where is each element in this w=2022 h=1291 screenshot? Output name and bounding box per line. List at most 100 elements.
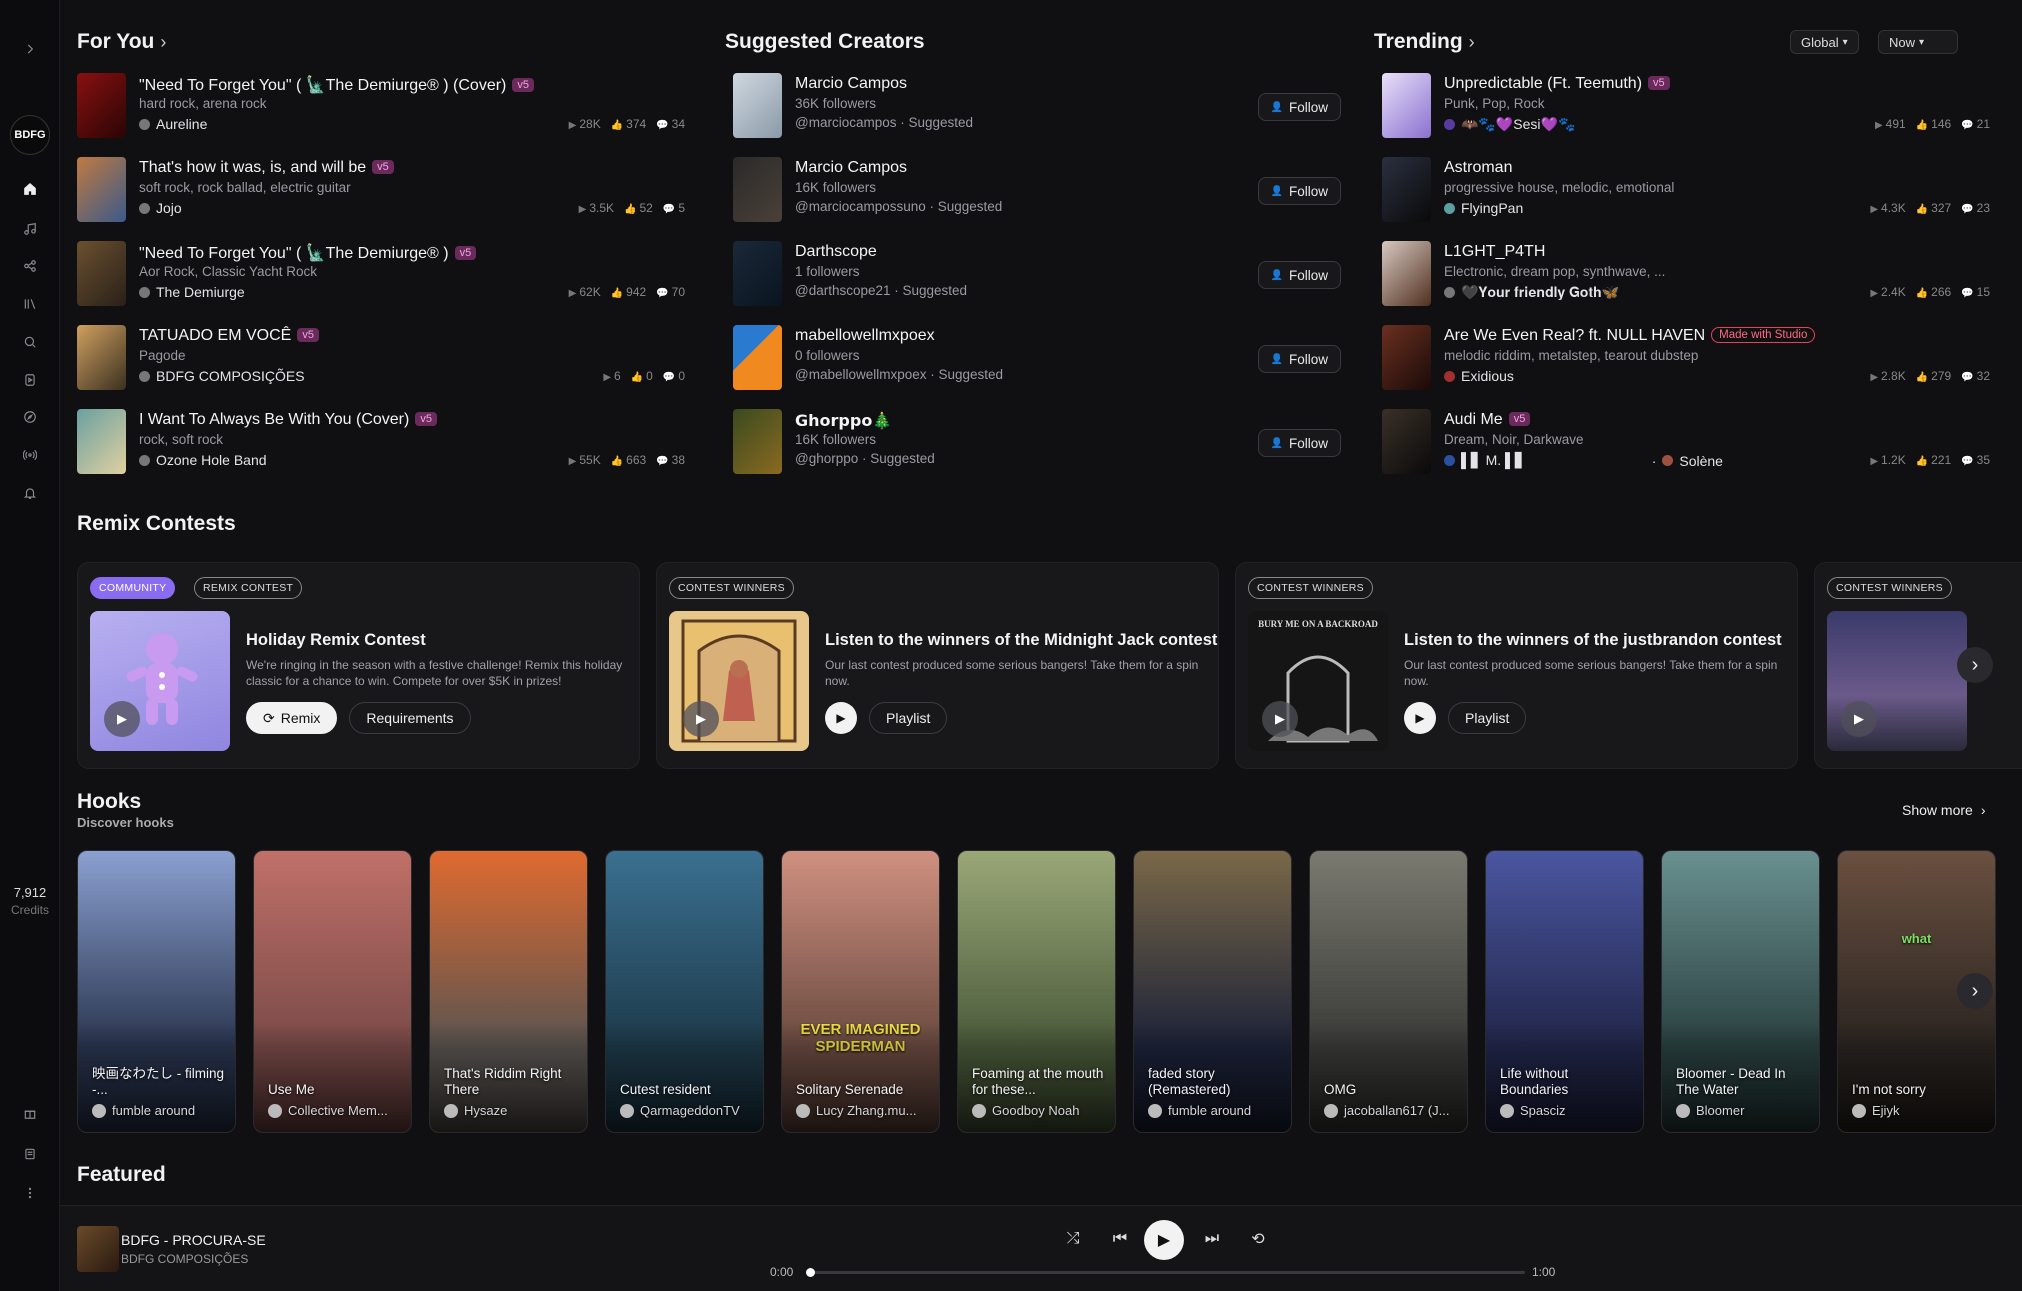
avatar[interactable]: BDFG [10, 115, 50, 155]
create-icon[interactable] [18, 217, 42, 241]
radio-icon[interactable] [18, 443, 42, 467]
creator-name[interactable]: mabellowellmxpoex [795, 327, 935, 345]
song-artwork[interactable] [1382, 157, 1431, 222]
creator-row[interactable]: mabellowellmxpoex 0 followers @mabellowell… [733, 325, 1341, 395]
hook-card[interactable]: Bloomer - Dead In The Water Bloomer [1661, 850, 1820, 1133]
play-button[interactable]: ▶ [825, 702, 857, 734]
now-playing-title[interactable]: BDFG - PROCURA-SE [121, 1232, 266, 1248]
song-artwork[interactable] [77, 73, 126, 138]
play-button[interactable]: ▶ [1404, 702, 1436, 734]
contests-next-button[interactable]: › [1957, 647, 1993, 683]
play-button[interactable]: ▶ [1144, 1220, 1184, 1260]
trending-row[interactable]: Unpredictable (Ft. Teemuth) v5 Punk, Pop, … [1382, 73, 1990, 143]
creator-name[interactable]: Marcio Campos [795, 75, 907, 93]
song-artist[interactable]: Exidious [1444, 368, 1514, 384]
follow-button[interactable]: 👤 Follow [1257, 429, 1341, 457]
playlist-button[interactable]: Playlist [1448, 702, 1527, 734]
song-artwork[interactable] [77, 157, 126, 222]
song-artist[interactable]: FlyingPan [1444, 200, 1523, 216]
hook-artist[interactable]: Spasciz [1500, 1103, 1566, 1118]
hook-card[interactable]: EVER IMAGINED SPIDERMANSolitary Serenade… [781, 850, 940, 1133]
creator-avatar[interactable] [733, 73, 782, 138]
expand-sidebar-icon[interactable] [18, 37, 42, 61]
hook-artist[interactable]: fumble around [1148, 1103, 1251, 1118]
hook-card[interactable]: 映画なわたし - filming -... fumble around [77, 850, 236, 1133]
song-artist[interactable]: Jojo [139, 200, 182, 216]
remix-button[interactable]: ⟳ Remix [246, 702, 338, 734]
hook-card[interactable]: faded story (Remastered) fumble around [1133, 850, 1292, 1133]
hook-card[interactable]: OMG jacoballan617 (J... [1309, 850, 1468, 1133]
song-title[interactable]: Astroman [1444, 159, 1512, 177]
library-icon[interactable] [18, 292, 42, 316]
remix-icon[interactable] [18, 254, 42, 278]
song-artist[interactable]: 🦇🐾💜Sesi💜🐾 [1444, 116, 1575, 133]
follow-button[interactable]: 👤 Follow [1257, 261, 1341, 289]
song-artwork[interactable] [1382, 409, 1431, 474]
song-title[interactable]: Audi Me v5 [1444, 411, 1531, 429]
shuffle-icon[interactable]: ⤮ [1058, 1224, 1088, 1254]
trending-row[interactable]: Astroman progressive house, melodic, emot… [1382, 157, 1990, 227]
song-title[interactable]: Are We Even Real? ft. NULL HAVEN Made wit… [1444, 327, 1816, 345]
song-artist[interactable]: Aureline [139, 116, 207, 132]
song-artwork[interactable] [1382, 241, 1431, 306]
contest-card[interactable]: CONTEST WINNERS ▶ Listen to the winners … [656, 562, 1219, 769]
hook-card[interactable]: Foaming at the mouth for these... Goodboy… [957, 850, 1116, 1133]
follow-button[interactable]: 👤 Follow [1257, 93, 1341, 121]
creator-avatar[interactable] [733, 157, 782, 222]
previous-icon[interactable]: ⏮ [1105, 1224, 1135, 1254]
contest-card[interactable]: CONTEST WINNERS BURY ME ON A BACKROAD ▶ … [1235, 562, 1798, 769]
song-title[interactable]: TATUADO EM VOCÊ v5 [139, 327, 319, 345]
song-title[interactable]: I Want To Always Be With You (Cover) v5 [139, 411, 437, 429]
play-icon[interactable]: ▶ [104, 701, 140, 737]
explore-icon[interactable] [18, 405, 42, 429]
next-icon[interactable]: ⏭ [1197, 1224, 1227, 1254]
creator-avatar[interactable] [733, 409, 782, 474]
more-icon[interactable] [18, 1181, 42, 1205]
creator-row[interactable]: Darthscope 1 followers @darthscope21 · Sug… [733, 241, 1341, 311]
progress-handle[interactable] [806, 1268, 815, 1277]
play-icon[interactable]: ▶ [1262, 701, 1298, 737]
for-you-heading[interactable]: For You › [77, 30, 166, 54]
hook-artist[interactable]: fumble around [92, 1103, 195, 1118]
song-artist[interactable]: The Demiurge [139, 284, 245, 300]
song-row[interactable]: That's how it was, is, and will be v5 soft… [77, 157, 685, 227]
hook-card[interactable]: Life without Boundaries Spasciz [1485, 850, 1644, 1133]
feed-icon[interactable] [18, 1142, 42, 1166]
now-playing-artwork[interactable] [77, 1226, 119, 1272]
hook-artist[interactable]: Lucy Zhang.mu... [796, 1103, 916, 1118]
trending-row[interactable]: Audi Me v5 Dream, Noir, Darkwave ▌▋ M. ▌▋ · S… [1382, 409, 1990, 479]
playlist-button[interactable]: Playlist [869, 702, 948, 734]
creator-avatar[interactable] [733, 325, 782, 390]
requirements-button[interactable]: Requirements [349, 702, 471, 734]
song-row[interactable]: "Need To Forget You" ( 🗽The Demiurge® ) v… [77, 241, 685, 311]
song-artwork[interactable] [77, 409, 126, 474]
gift-icon[interactable] [18, 1101, 42, 1125]
song-artwork[interactable] [77, 325, 126, 390]
play-icon[interactable]: ▶ [1841, 701, 1877, 737]
hook-artist[interactable]: Ejiyk [1852, 1103, 1899, 1118]
hooks-icon[interactable] [18, 368, 42, 392]
song-title[interactable]: "Need To Forget You" ( 🗽The Demiurge® ) … [139, 75, 534, 95]
hook-card[interactable]: Cutest resident QarmageddonTV [605, 850, 764, 1133]
song-artist[interactable]: 🖤𝐘𝐨𝐮𝐫 𝐟𝐫𝐢𝐞𝐧𝐝𝐥𝐲 𝐆𝐨𝐭𝐡🦋 [1444, 284, 1619, 301]
creator-avatar[interactable] [733, 241, 782, 306]
song-row[interactable]: I Want To Always Be With You (Cover) v5 ro… [77, 409, 685, 479]
trending-row[interactable]: L1GHT_P4TH Electronic, dream pop, synthwa… [1382, 241, 1990, 311]
hook-artist[interactable]: Collective Mem... [268, 1103, 388, 1118]
follow-button[interactable]: 👤 Follow [1257, 177, 1341, 205]
region-filter-dropdown[interactable]: Global ▾ [1790, 30, 1859, 54]
song-title[interactable]: That's how it was, is, and will be v5 [139, 159, 394, 177]
creator-name[interactable]: Marcio Campos [795, 159, 907, 177]
creator-row[interactable]: Marcio Campos 36K followers @marciocampos … [733, 73, 1341, 143]
hook-artist[interactable]: jacoballan617 (J... [1324, 1103, 1450, 1118]
trending-heading[interactable]: Trending › [1374, 30, 1475, 54]
now-playing-artist[interactable]: BDFG COMPOSIÇÕES [121, 1252, 248, 1266]
song-artist[interactable]: Ozone Hole Band [139, 452, 267, 468]
trending-row[interactable]: Are We Even Real? ft. NULL HAVEN Made wit… [1382, 325, 1990, 395]
home-icon[interactable] [18, 177, 42, 201]
hook-card[interactable]: That's Riddim Right There Hysaze [429, 850, 588, 1133]
creator-name[interactable]: Darthscope [795, 243, 877, 261]
time-filter-dropdown[interactable]: Now ▾ [1878, 30, 1958, 54]
song-artist[interactable]: ▌▋ M. ▌▋ · Solène [1444, 452, 1723, 469]
song-title[interactable]: L1GHT_P4TH [1444, 243, 1545, 261]
